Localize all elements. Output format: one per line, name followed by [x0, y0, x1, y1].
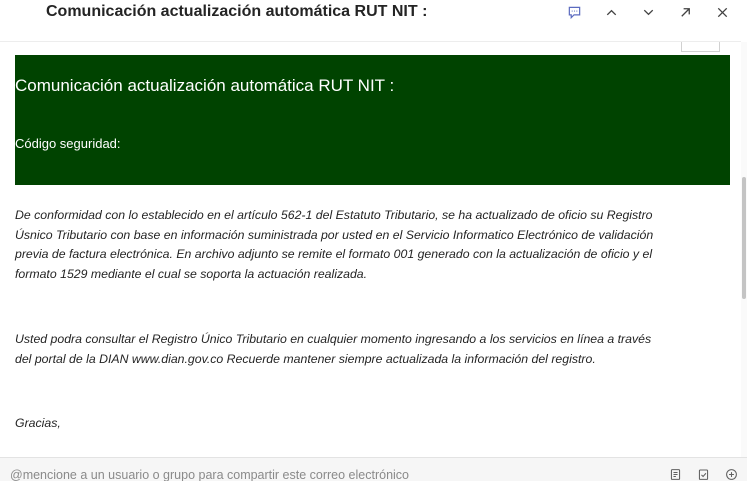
mention-actions	[661, 466, 745, 481]
mention-input[interactable]: @mencione a un usuario o grupo para comp…	[10, 468, 409, 481]
next-message-button[interactable]	[630, 0, 667, 24]
add-icon	[725, 468, 737, 480]
banner-title: Comunicación actualización automática RU…	[15, 76, 395, 95]
paragraph-line: del portal de la DIAN www.dian.gov.co Re…	[15, 351, 596, 366]
previous-message-button[interactable]	[593, 0, 630, 24]
paragraph-line: De conformidad con lo establecido en el …	[15, 208, 653, 222]
task-button[interactable]	[689, 466, 717, 481]
pop-out-button[interactable]	[667, 0, 704, 24]
note-icon	[670, 468, 680, 480]
comment-icon	[568, 6, 581, 19]
paragraph-line: formato 1529 mediante el cual se soporta…	[15, 266, 368, 281]
paragraph-line: Usted podra consultar el Registro Único …	[15, 332, 652, 346]
paragraph-line: Úsnico Tributario con base en informació…	[15, 227, 654, 242]
security-code-label: Código seguridad:	[15, 136, 121, 151]
task-icon	[698, 469, 708, 480]
header-actions	[556, 0, 741, 24]
body-paragraph-consult: Usted podra consultar el Registro Único …	[15, 330, 651, 369]
paragraph-line: previa de factura electrónica. En archiv…	[15, 247, 653, 262]
body-frame-edge	[681, 42, 720, 52]
reading-pane-header: Comunicación actualización automática RU…	[0, 0, 747, 42]
closing-text: Gracias,	[15, 416, 61, 430]
vertical-scrollbar[interactable]	[741, 42, 747, 457]
notification-banner: Comunicación actualización automática RU…	[15, 55, 730, 185]
mention-bar: @mencione a un usuario o grupo para comp…	[0, 457, 747, 481]
message-body: Comunicación actualización automática RU…	[0, 42, 741, 457]
pop-out-icon	[681, 7, 690, 17]
chevron-up-icon	[606, 9, 617, 15]
body-paragraph-update: De conformidad con lo establecido en el …	[15, 206, 653, 284]
note-button[interactable]	[661, 466, 689, 481]
scrollbar-thumb[interactable]	[742, 177, 746, 299]
add-button[interactable]	[717, 466, 745, 481]
chevron-down-icon	[643, 9, 654, 15]
email-subject: Comunicación actualización automática RU…	[46, 3, 428, 20]
close-button[interactable]	[704, 0, 741, 24]
close-icon	[717, 7, 728, 17]
comment-button[interactable]	[556, 0, 593, 24]
